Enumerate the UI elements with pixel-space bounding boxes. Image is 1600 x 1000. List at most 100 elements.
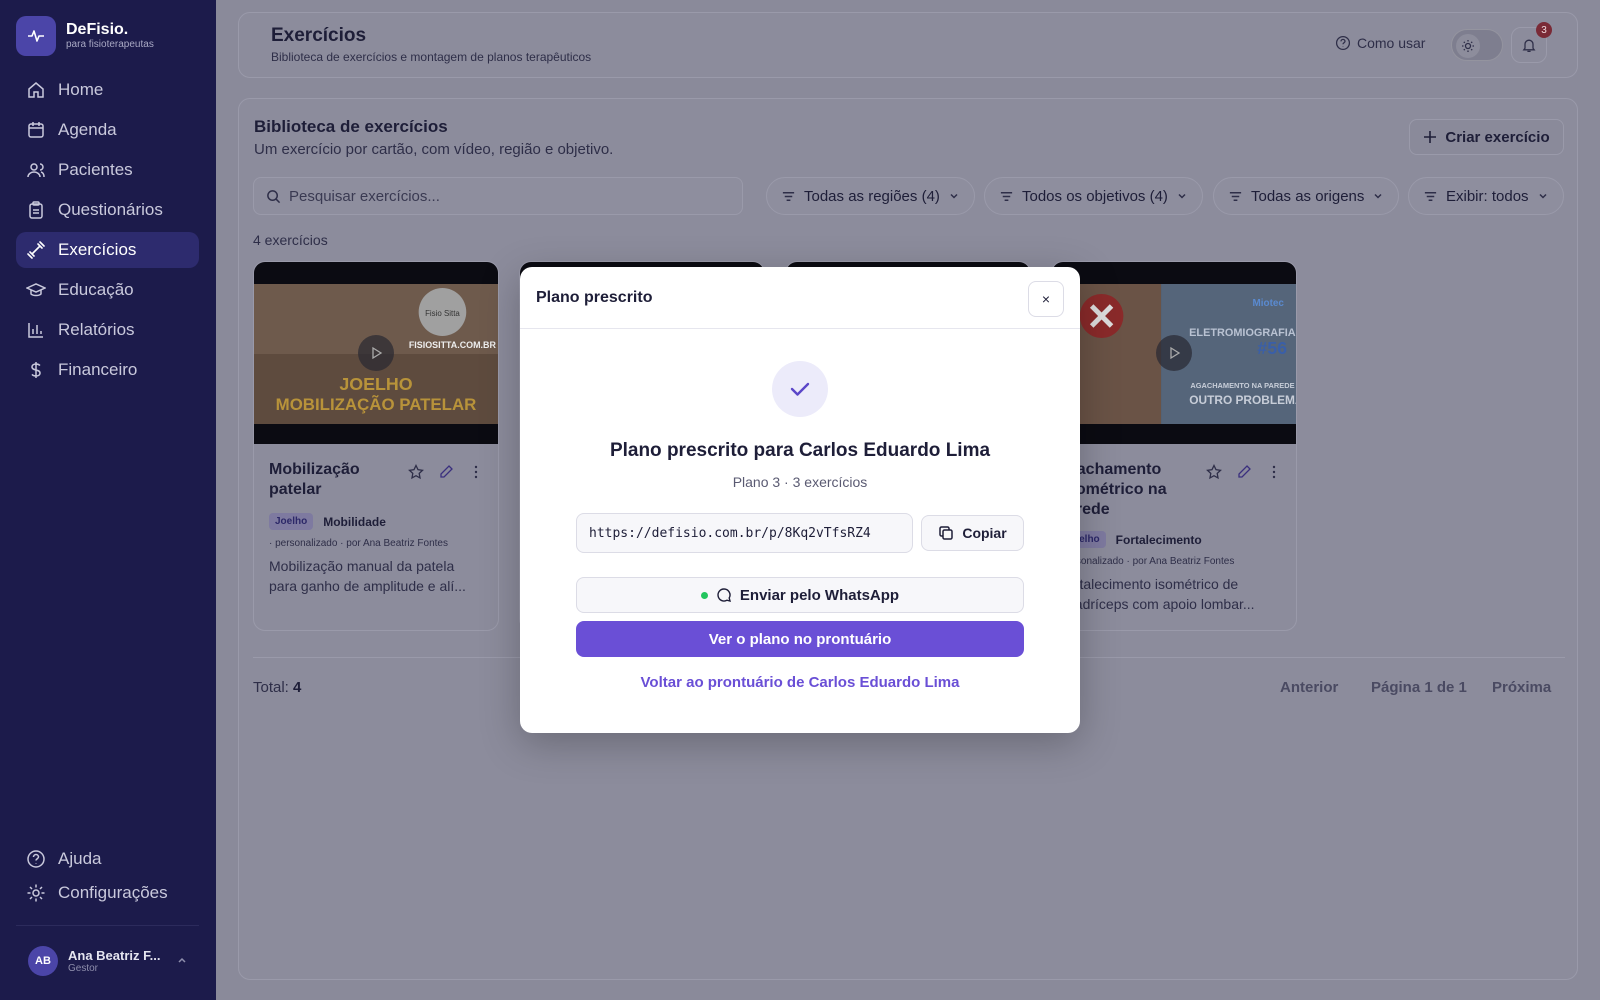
sidebar-item-pacientes[interactable]: Pacientes — [16, 152, 199, 188]
chevron-down-icon — [1178, 193, 1186, 199]
success-title: Plano prescrito para Carlos Eduardo Lima — [609, 440, 991, 461]
filter-display[interactable]: Exibir: todos — [1408, 177, 1564, 215]
how-to-label: Como usar — [1357, 35, 1426, 51]
search-input[interactable]: Pesquisar exercícios... — [253, 177, 743, 215]
library-subtitle: Um exercício por cartão, com vídeo, regi… — [254, 141, 614, 158]
sidebar: DeFisio. para fisioterapeutas Home Agend… — [0, 0, 216, 1000]
more-vertical-icon[interactable] — [468, 464, 484, 480]
plan-link-field[interactable]: https://defisio.com.br/p/8Kq2vTfsRZ4 — [576, 513, 913, 553]
sidebar-item-agenda[interactable]: Agenda — [16, 112, 199, 148]
dumbbell-icon — [27, 241, 45, 259]
online-status-dot — [700, 591, 708, 599]
dialog-header: Plano prescrito × — [520, 267, 1080, 329]
clipboard-icon — [29, 201, 43, 219]
edit-icon[interactable] — [438, 464, 454, 480]
gear-icon — [27, 884, 45, 902]
copy-button[interactable]: Copiar — [921, 515, 1024, 551]
play-icon[interactable] — [1156, 335, 1192, 371]
exercise-card[interactable]: Fisio Sitta FISIOSITTA.COM.BR JOELHO MOB… — [253, 261, 499, 631]
sidebar-item-label: Pacientes — [58, 160, 133, 179]
user-name: Ana Beatriz F... — [68, 948, 161, 963]
chevron-up-icon — [176, 954, 188, 969]
sidebar-item-ajuda[interactable]: Ajuda — [16, 844, 199, 874]
previous-page-button[interactable]: Anterior — [1280, 679, 1338, 696]
edit-icon[interactable] — [1236, 464, 1252, 480]
next-page-button[interactable]: Próxima — [1492, 679, 1551, 696]
video-thumbnail[interactable]: Miotec ELETROMIOGRAFIA #56 AGACHAMENTO N… — [1052, 262, 1296, 444]
filter-icon — [782, 191, 795, 201]
help-circle-icon — [27, 850, 45, 868]
user-menu[interactable]: AB Ana Beatriz F... Gestor — [28, 946, 188, 976]
sidebar-divider — [16, 925, 199, 926]
thumbnail-subcaption: OUTRO PROBLEMA — [1189, 393, 1296, 407]
filter-label: Todas as regiões (4) — [804, 187, 940, 205]
sidebar-item-financeiro[interactable]: Financeiro — [16, 352, 199, 388]
home-icon — [28, 82, 44, 98]
filter-icon — [1000, 191, 1013, 201]
play-icon[interactable] — [358, 335, 394, 371]
close-icon[interactable]: × — [1028, 281, 1064, 317]
card-actions — [1206, 464, 1282, 480]
thumbnail-logo-text: Fisio Sitta — [425, 309, 460, 318]
whatsapp-button[interactable]: Enviar pelo WhatsApp — [576, 577, 1024, 613]
star-icon[interactable] — [408, 464, 424, 480]
create-exercise-button[interactable]: Criar exercício — [1409, 119, 1564, 155]
sidebar-item-label: Educação — [58, 280, 134, 299]
exercise-count: 4 exercícios — [253, 232, 328, 248]
filter-regions[interactable]: Todas as regiões (4) — [766, 177, 975, 215]
sidebar-item-home[interactable]: Home — [16, 72, 199, 108]
exercise-title: Mobilização patelar — [269, 461, 360, 498]
success-subtitle: Plano 3 · 3 exercícios — [732, 474, 868, 490]
exercise-meta: · personalizado · por Ana Beatriz Fontes — [269, 538, 448, 549]
objective-label: Fortalecimento — [1115, 532, 1202, 547]
sidebar-item-educacao[interactable]: Educação — [16, 272, 199, 308]
exercise-title: gachamento sométrico na arede — [1067, 461, 1167, 518]
bell-icon — [1522, 39, 1536, 53]
exercise-meta: ersonalizado · por Ana Beatriz Fontes — [1067, 556, 1235, 567]
dollar-icon — [31, 362, 41, 378]
filter-origins[interactable]: Todas as origens — [1213, 177, 1400, 215]
notifications-button[interactable]: 3 — [1511, 22, 1552, 63]
sidebar-item-questionarios[interactable]: Questionários — [16, 192, 199, 228]
sidebar-nav: Home Agenda Pacientes Questionários Exer… — [16, 72, 199, 392]
sidebar-item-label: Ajuda — [58, 849, 102, 868]
help-circle-icon — [1335, 35, 1351, 51]
tag-row: oelho Fortalecimento — [1067, 531, 1202, 548]
bar-chart-icon — [28, 323, 43, 338]
sidebar-item-configuracoes[interactable]: Configurações — [16, 878, 199, 908]
sidebar-item-label: Configurações — [58, 883, 168, 902]
users-icon — [27, 163, 45, 178]
filter-objectives[interactable]: Todos os objetivos (4) — [984, 177, 1203, 215]
sidebar-item-label: Agenda — [58, 120, 117, 139]
notification-badge: 3 — [1536, 22, 1552, 38]
page-subtitle: Biblioteca de exercícios e montagem de p… — [271, 50, 592, 64]
total-value: 4 — [293, 679, 302, 696]
plus-icon — [1424, 131, 1437, 143]
star-icon[interactable] — [1206, 464, 1222, 480]
theme-toggle[interactable] — [1451, 29, 1503, 61]
how-to-button[interactable]: Como usar — [1335, 35, 1425, 51]
whatsapp-label: Enviar pelo WhatsApp — [739, 586, 900, 604]
chevron-down-icon — [950, 193, 958, 199]
sidebar-item-label: Questionários — [58, 200, 163, 219]
total-label: Total: — [253, 679, 289, 696]
user-role: Gestor — [68, 963, 99, 974]
exercise-description: ortalecimento isométrico de uadríceps co… — [1067, 576, 1255, 612]
back-to-record-link[interactable]: Voltar ao prontuário de Carlos Eduardo L… — [520, 674, 1080, 691]
thumbnail-subheading: MOBILIZAÇÃO PATELAR — [276, 394, 477, 414]
more-vertical-icon[interactable] — [1266, 464, 1282, 480]
search-placeholder: Pesquisar exercícios... — [289, 187, 440, 205]
sidebar-item-exercicios[interactable]: Exercícios — [16, 232, 199, 268]
view-plan-button[interactable]: Ver o plano no prontuário — [576, 621, 1024, 657]
pulse-logo-icon — [16, 16, 56, 56]
exercise-card[interactable]: Miotec ELETROMIOGRAFIA #56 AGACHAMENTO N… — [1051, 261, 1297, 631]
thumbnail-number: #56 — [1257, 338, 1287, 358]
video-thumbnail[interactable]: Fisio Sitta FISIOSITTA.COM.BR JOELHO MOB… — [254, 262, 498, 444]
thumbnail-site-text: FISIOSITTA.COM.BR — [409, 340, 497, 350]
exercise-description: Mobilização manual da patela para ganho … — [269, 558, 466, 594]
brand[interactable]: DeFisio. para fisioterapeutas — [16, 16, 154, 56]
tag-row: Joelho Mobilidade — [269, 513, 386, 530]
page-indicator: Página 1 de 1 — [1371, 679, 1467, 696]
thumbnail-caption: AGACHAMENTO NA PAREDE — [1190, 381, 1294, 390]
sidebar-item-relatorios[interactable]: Relatórios — [16, 312, 199, 348]
